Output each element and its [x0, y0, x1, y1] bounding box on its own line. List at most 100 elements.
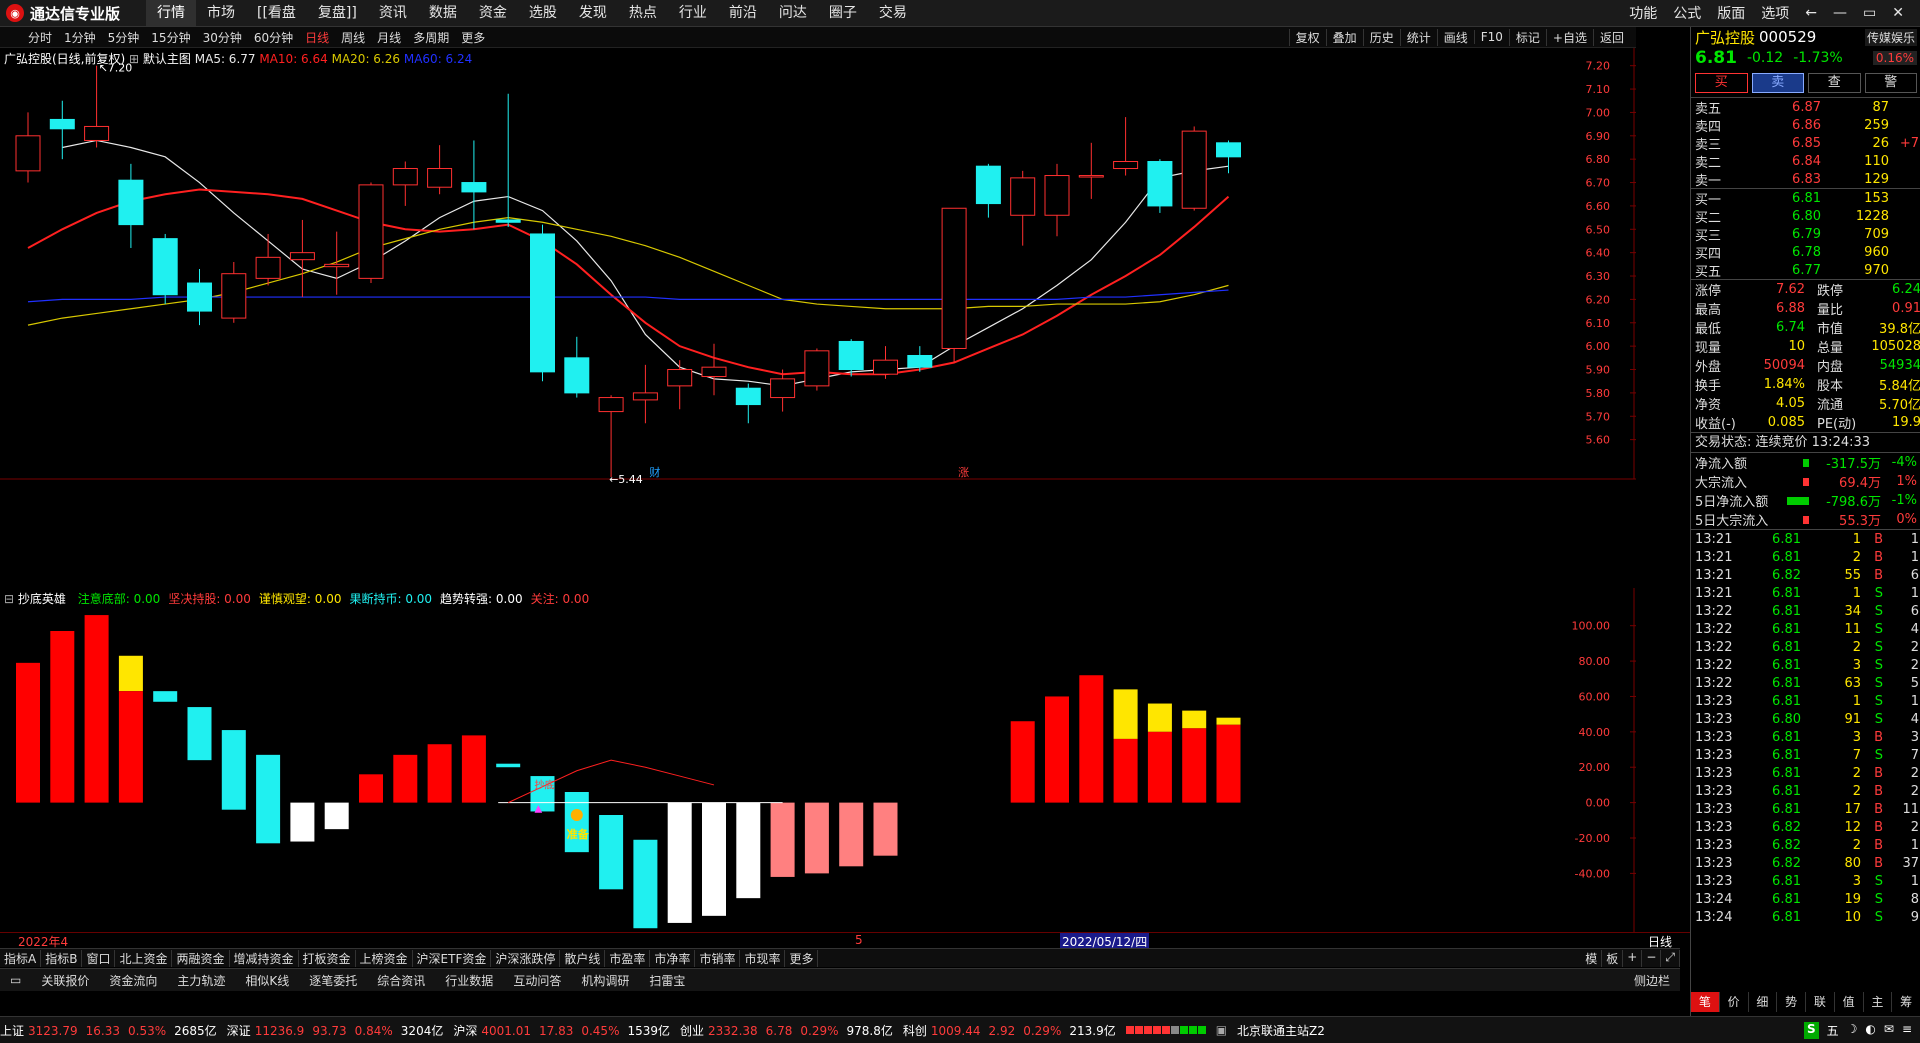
status-control[interactable]: 五 — [1827, 1022, 1839, 1039]
maximize-icon[interactable]: ▭ — [1855, 5, 1884, 21]
status-control[interactable]: ☽ — [1847, 1022, 1858, 1039]
menu-item[interactable]: 资金 — [468, 0, 518, 26]
chart-tool[interactable]: 画线 — [1436, 28, 1474, 46]
chart-tool[interactable]: 返回 — [1592, 28, 1630, 46]
quote-tab[interactable]: 主 — [1864, 992, 1893, 1012]
chart-tool[interactable]: F10 — [1473, 30, 1509, 44]
menu-item[interactable]: 数据 — [418, 0, 468, 26]
indicator-tab[interactable]: 两融资金 — [172, 949, 230, 967]
right-menu-item[interactable]: 版面 — [1709, 3, 1753, 23]
info-tab[interactable]: 机构调研 — [571, 972, 639, 989]
menu-item[interactable]: 发现 — [568, 0, 618, 26]
ask-price[interactable]: 6.83 — [1757, 172, 1821, 187]
bid-price[interactable]: 6.78 — [1757, 245, 1821, 260]
menu-item[interactable]: [[看盘 — [246, 0, 307, 26]
menu-item[interactable]: 圈子 — [818, 0, 868, 26]
quote-tab[interactable]: 细 — [1749, 992, 1778, 1012]
bid-price[interactable]: 6.80 — [1757, 209, 1821, 224]
info-tab[interactable]: 逐笔委托 — [299, 972, 367, 989]
list-icon[interactable]: ▭ — [0, 973, 31, 987]
info-tab[interactable]: 资金流向 — [99, 972, 167, 989]
info-tab[interactable]: 关联报价 — [31, 972, 99, 989]
bid-price[interactable]: 6.79 — [1757, 227, 1821, 242]
indicator-tab[interactable]: 市盈率 — [605, 949, 651, 967]
ask-price[interactable]: 6.85 — [1757, 136, 1821, 151]
menu-item[interactable]: 行业 — [668, 0, 718, 26]
menu-item[interactable]: 前沿 — [718, 0, 768, 26]
quote-tab[interactable]: 势 — [1777, 992, 1806, 1012]
indicator-tab[interactable]: 市净率 — [650, 949, 696, 967]
tabrow-control[interactable]: 模 — [1581, 949, 1603, 967]
period-option[interactable]: 日线 — [299, 29, 335, 46]
bid-price[interactable]: 6.77 — [1757, 263, 1821, 278]
info-tab[interactable]: 行业数据 — [435, 972, 503, 989]
menu-item[interactable]: 问达 — [768, 0, 818, 26]
period-option[interactable]: 5分钟 — [102, 29, 146, 46]
status-control[interactable]: ≡ — [1902, 1022, 1912, 1039]
menu-item[interactable]: 选股 — [518, 0, 568, 26]
right-menu-item[interactable]: 公式 — [1665, 3, 1709, 23]
server-name[interactable]: 北京联通主站Z2 — [1237, 1022, 1325, 1039]
chart-tool[interactable]: 标记 — [1508, 28, 1546, 46]
menu-item[interactable]: 市场 — [196, 0, 246, 26]
event-marker[interactable]: 财 — [649, 465, 660, 479]
index-quote[interactable]: 深证 11236.9 93.73 0.84% 3204亿 — [227, 1022, 444, 1039]
chart-tool[interactable]: 统计 — [1399, 28, 1437, 46]
chart-tool[interactable]: 历史 — [1362, 28, 1400, 46]
index-quote[interactable]: 创业 2332.38 6.78 0.29% 978.8亿 — [680, 1022, 893, 1039]
period-option[interactable]: 60分钟 — [248, 29, 299, 46]
tabrow-control[interactable]: 板 — [1602, 949, 1624, 967]
indicator-tab[interactable]: 沪深ETF资金 — [413, 949, 492, 967]
trade-button[interactable]: 买 — [1695, 73, 1748, 93]
s-logo-icon[interactable]: S — [1803, 1021, 1819, 1039]
period-option[interactable]: 1分钟 — [58, 29, 102, 46]
indicator-tab[interactable]: 市销率 — [695, 949, 741, 967]
index-quote[interactable]: 沪深 4001.01 17.83 0.45% 1539亿 — [453, 1022, 670, 1039]
menu-item[interactable]: 交易 — [868, 0, 918, 26]
period-option[interactable]: 月线 — [371, 29, 407, 46]
index-quote[interactable]: 上证 3123.79 16.33 0.53% 2685亿 — [0, 1022, 217, 1039]
quote-tab[interactable]: 价 — [1720, 992, 1749, 1012]
ask-price[interactable]: 6.86 — [1757, 118, 1821, 133]
indicator-tab[interactable]: 指标A — [0, 949, 42, 967]
indicator-tab[interactable]: 散户线 — [560, 949, 606, 967]
chart-tool[interactable]: +自选 — [1545, 28, 1593, 46]
info-tab[interactable]: 综合资讯 — [367, 972, 435, 989]
quote-tab[interactable]: 值 — [1835, 992, 1864, 1012]
indicator-tab[interactable]: 北上资金 — [115, 949, 173, 967]
chart-tool[interactable]: 复权 — [1288, 28, 1326, 46]
quote-tab[interactable]: 联 — [1806, 992, 1835, 1012]
indicator-tab[interactable]: 上榜资金 — [356, 949, 413, 967]
period-option[interactable]: 分时 — [22, 29, 58, 46]
menu-item[interactable]: 行情 — [146, 0, 196, 26]
event-marker[interactable]: 涨 — [958, 466, 969, 479]
trade-button[interactable]: 警 — [1864, 73, 1917, 93]
minimize-icon[interactable]: — — [1825, 5, 1855, 21]
status-control[interactable]: ◐ — [1865, 1022, 1875, 1039]
indicator-tab[interactable]: 沪深涨跌停 — [491, 949, 561, 967]
period-option[interactable]: 多周期 — [407, 29, 455, 46]
back-icon[interactable]: ← — [1797, 5, 1825, 21]
info-tab[interactable]: 相似K线 — [235, 972, 299, 989]
quote-sector[interactable]: 传媒娱乐 — [1864, 28, 1917, 46]
indicator-tab[interactable]: 市现率 — [740, 949, 786, 967]
close-icon[interactable]: ✕ — [1884, 5, 1912, 21]
indicator-tab[interactable]: 更多 — [785, 949, 819, 967]
status-control[interactable]: ✉ — [1884, 1022, 1894, 1039]
tabrow-control[interactable]: − — [1642, 949, 1662, 967]
indicator-tab[interactable]: 增减持资金 — [230, 949, 299, 967]
menu-item[interactable]: 资讯 — [368, 0, 418, 26]
sidebar-toggle[interactable]: 侧边栏 — [1624, 972, 1680, 989]
indicator-chart[interactable]: ⊟ 抄底英雄 注意底部: 0.00 坚决持股: 0.00 谨慎观望: 0.00 果断持… — [0, 588, 1636, 936]
menu-item[interactable]: 热点 — [618, 0, 668, 26]
kline-chart[interactable]: 广弘控股(日线,前复权) ⊞ 默认主图 MA5: 6.77 MA10: 6.64… — [0, 48, 1636, 588]
quote-tab[interactable]: 笔 — [1691, 992, 1720, 1012]
right-menu-item[interactable]: 选项 — [1753, 3, 1797, 23]
menu-item[interactable]: 复盘]] — [307, 0, 368, 26]
period-option[interactable]: 30分钟 — [197, 29, 248, 46]
bid-price[interactable]: 6.81 — [1757, 191, 1821, 206]
right-menu-item[interactable]: 功能 — [1621, 3, 1665, 23]
info-tab[interactable]: 主力轨迹 — [167, 972, 235, 989]
period-option[interactable]: 15分钟 — [145, 29, 196, 46]
trade-button[interactable]: 卖 — [1751, 73, 1804, 93]
